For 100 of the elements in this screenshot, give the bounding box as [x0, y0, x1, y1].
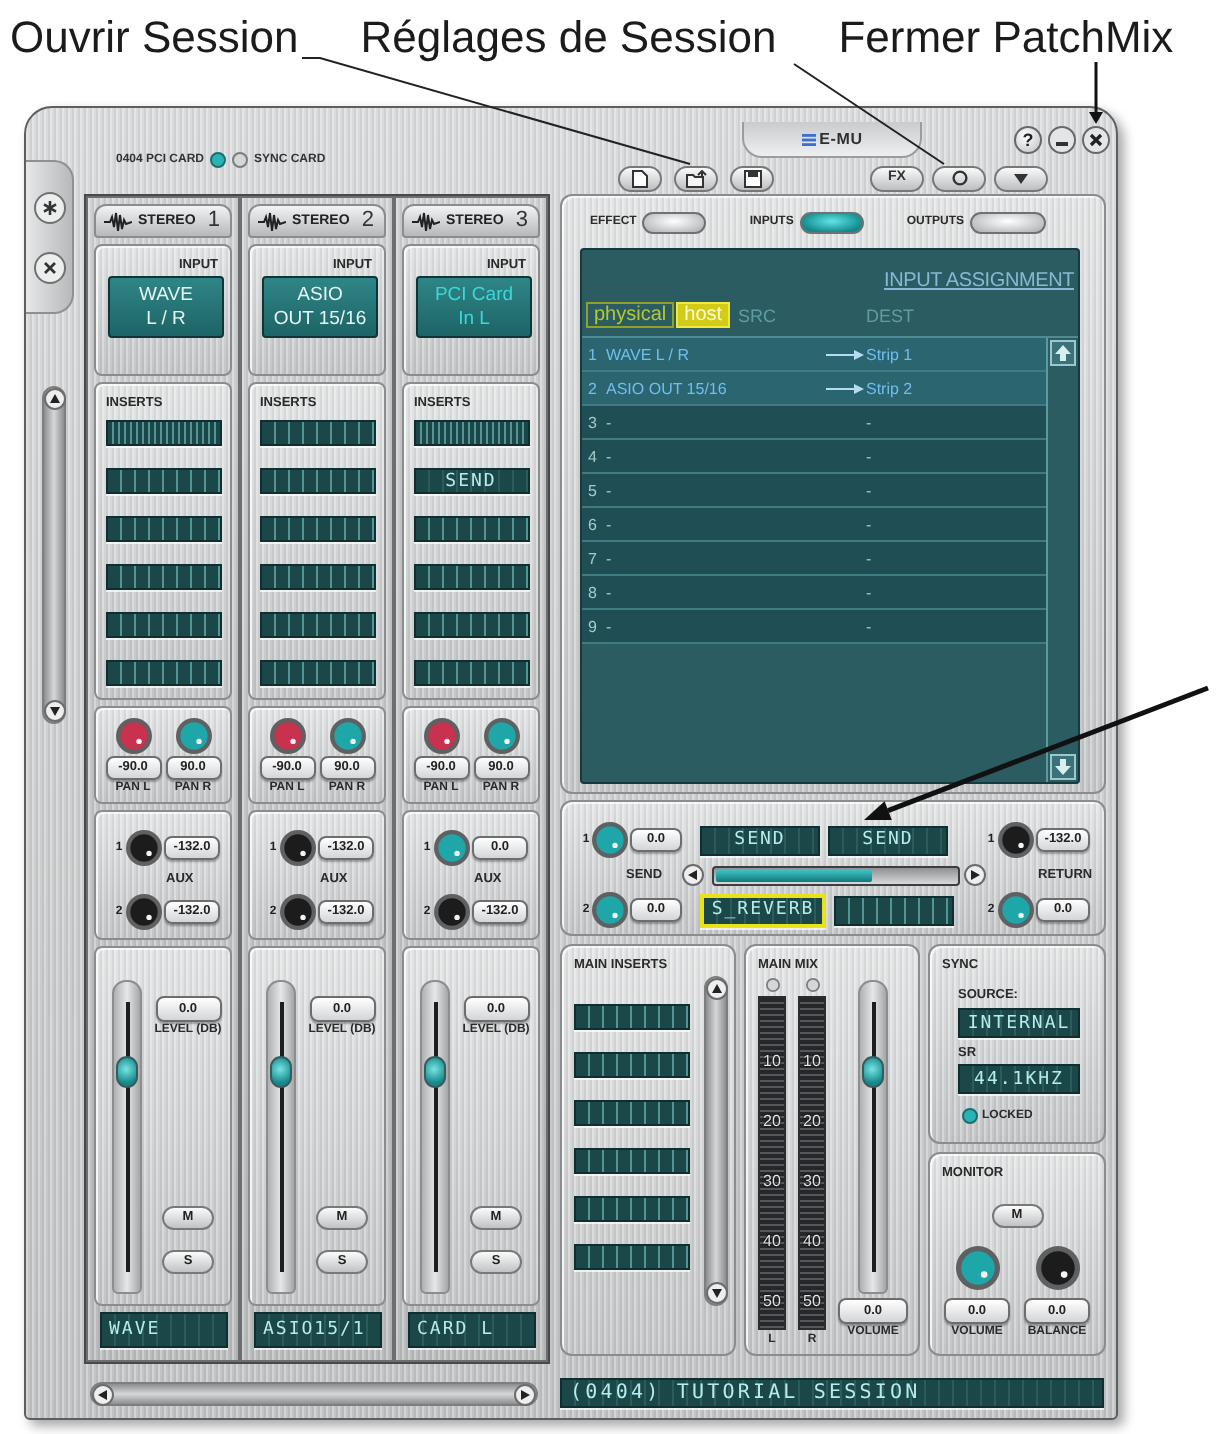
- aux-knob[interactable]: [126, 830, 162, 866]
- aux-knob[interactable]: [126, 894, 162, 930]
- send-slider[interactable]: [712, 865, 960, 885]
- insert-slot[interactable]: [413, 516, 529, 542]
- insert-slot[interactable]: [259, 660, 375, 686]
- table-cell: -: [866, 549, 872, 567]
- aux-knob[interactable]: [280, 830, 316, 866]
- row-number: 1: [586, 345, 599, 363]
- scroll-left-icon[interactable]: [92, 1383, 114, 1405]
- menu-button[interactable]: [994, 165, 1048, 191]
- table-cell-text: ASIO OUT 15/16: [606, 379, 729, 397]
- fader-track[interactable]: [420, 980, 450, 1294]
- table-cell-text: -: [606, 583, 614, 601]
- insert-slot[interactable]: [413, 420, 529, 446]
- insert-slot[interactable]: [574, 1052, 690, 1078]
- cross-icon[interactable]: [33, 251, 65, 283]
- insert-slot[interactable]: [105, 564, 221, 590]
- fader-thumb[interactable]: [862, 1055, 884, 1088]
- asterisk-icon[interactable]: [33, 191, 65, 223]
- insert-slot[interactable]: [259, 612, 375, 638]
- help-button[interactable]: ?: [1014, 126, 1042, 154]
- insert-slot[interactable]: [413, 660, 529, 686]
- save-button[interactable]: [730, 165, 774, 191]
- pan-knob[interactable]: [483, 718, 519, 754]
- pan-knob[interactable]: [175, 718, 211, 754]
- input-display[interactable]: ASIO OUT 15/16: [262, 276, 378, 338]
- insert-slot[interactable]: [105, 516, 221, 542]
- table-row[interactable]: 8 - -: [582, 576, 1046, 610]
- insert-slot[interactable]: [574, 1100, 690, 1126]
- scroll-down-icon[interactable]: [43, 700, 65, 722]
- send-slot[interactable]: S_REVERB: [700, 893, 826, 927]
- meter-scale-label: 10: [803, 1052, 821, 1070]
- insert-slot[interactable]: [105, 660, 221, 686]
- insert-slot[interactable]: [105, 420, 221, 446]
- scrollbar[interactable]: [42, 386, 66, 724]
- scrollbar[interactable]: [704, 976, 728, 1306]
- table-row[interactable]: 6 - -: [582, 508, 1046, 542]
- table-row[interactable]: 3 - -: [582, 406, 1046, 440]
- input-display[interactable]: WAVE L / R: [108, 276, 224, 338]
- table-cell: Strip 1: [866, 345, 913, 363]
- pan-knob[interactable]: [329, 718, 365, 754]
- fader-track[interactable]: [266, 980, 296, 1294]
- insert-slot[interactable]: [574, 1244, 690, 1270]
- row-number: 9: [586, 617, 599, 635]
- table-row[interactable]: 4 - -: [582, 440, 1046, 474]
- insert-slot[interactable]: [259, 468, 375, 494]
- send-slot[interactable]: SEND: [700, 825, 820, 855]
- column-header: SRC: [738, 305, 777, 325]
- lamp-icon: [799, 211, 864, 233]
- fader-track[interactable]: [112, 980, 142, 1294]
- insert-slot[interactable]: [105, 612, 221, 638]
- aux-knob[interactable]: [434, 894, 470, 930]
- insert-slot[interactable]: [259, 516, 375, 542]
- insert-slot[interactable]: SEND: [413, 468, 529, 494]
- fader-thumb[interactable]: [270, 1055, 292, 1088]
- insert-slot[interactable]: [574, 1148, 690, 1174]
- clip-led-icon: [765, 978, 779, 992]
- pan-knob[interactable]: [423, 718, 459, 754]
- aux-knob[interactable]: [280, 894, 316, 930]
- send-knob[interactable]: [592, 892, 628, 928]
- close-icon[interactable]: [1082, 126, 1110, 154]
- scroll-up-icon[interactable]: [43, 388, 65, 410]
- table-cell-text: -: [606, 549, 614, 567]
- table-row[interactable]: 9 - -: [582, 610, 1046, 644]
- fader-thumb[interactable]: [116, 1055, 138, 1088]
- scroll-up-icon[interactable]: [705, 978, 727, 1000]
- caret-icon: [1014, 173, 1028, 183]
- fader-thumb[interactable]: [424, 1055, 446, 1088]
- insert-slot[interactable]: [574, 1196, 690, 1222]
- pan-knob[interactable]: [269, 718, 305, 754]
- minimize-icon[interactable]: [1048, 126, 1076, 154]
- new-button[interactable]: [618, 165, 662, 191]
- row-number: 6: [586, 515, 599, 533]
- assignment-link[interactable]: INPUT ASSIGNMENT: [884, 270, 1074, 294]
- scrollbar[interactable]: [90, 1382, 538, 1406]
- table-row[interactable]: 5 - -: [582, 474, 1046, 508]
- open-button[interactable]: [674, 165, 718, 191]
- pan-knob[interactable]: [115, 718, 151, 754]
- table-cell-text: -: [606, 481, 614, 499]
- insert-slot[interactable]: [259, 420, 375, 446]
- settings-button[interactable]: [932, 165, 986, 191]
- circle-icon: [951, 170, 967, 186]
- send-knob[interactable]: [592, 822, 628, 858]
- send-slot[interactable]: [834, 895, 954, 925]
- insert-slot[interactable]: [259, 564, 375, 590]
- scroll-right-icon[interactable]: [514, 1383, 536, 1405]
- row-number: 3: [586, 413, 599, 431]
- table-row[interactable]: 7 - -: [582, 542, 1046, 576]
- insert-slot[interactable]: [574, 1004, 690, 1030]
- return-knob[interactable]: [998, 822, 1034, 858]
- insert-slot[interactable]: [413, 612, 529, 638]
- scroll-down-icon[interactable]: [705, 1282, 727, 1304]
- insert-slot[interactable]: [413, 564, 529, 590]
- send-slot[interactable]: SEND: [828, 825, 948, 855]
- meter-scale-label: 30: [763, 1172, 781, 1190]
- monitor-knob[interactable]: [1035, 1246, 1079, 1290]
- fader-track[interactable]: [858, 980, 888, 1294]
- callout-label: Réglages de Session: [360, 12, 777, 62]
- mode-button[interactable]: physical: [586, 302, 675, 328]
- insert-slot[interactable]: [105, 468, 221, 494]
